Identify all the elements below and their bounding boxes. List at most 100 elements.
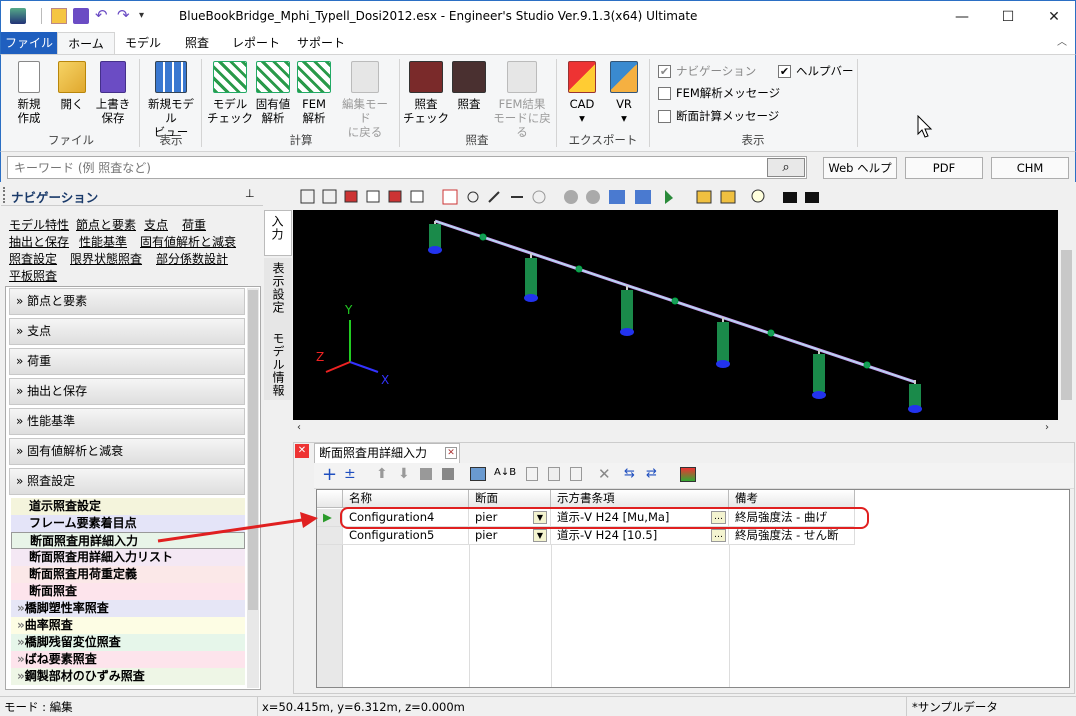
cell-section[interactable]: pier ▼: [469, 527, 551, 545]
dropdown-icon[interactable]: ▼: [533, 529, 547, 542]
section-supports[interactable]: » 支点: [9, 318, 245, 345]
subitem-section-verify[interactable]: 断面照査: [11, 583, 245, 600]
verify-check-button[interactable]: 照査 チェック: [403, 61, 449, 125]
side-tab-model-info[interactable]: モデル情報: [264, 328, 292, 400]
side-tab-display[interactable]: 表示設定: [264, 258, 292, 328]
cell-name[interactable]: Configuration4: [343, 509, 469, 527]
back-to-edit-mode-button[interactable]: 編集モード に戻る: [337, 61, 393, 139]
collapsed-pier-ductility[interactable]: »橋脚塑性率照査: [11, 600, 245, 617]
collapse-ribbon-icon[interactable]: ︿: [1053, 32, 1071, 54]
cell-clause[interactable]: 道示-V H24 [Mu,Ma]…: [551, 509, 729, 527]
nav-scrollbar[interactable]: [247, 288, 259, 688]
helpbar-checkbox[interactable]: ✔ ヘルプバー: [778, 63, 854, 79]
verify-button[interactable]: 照査: [446, 61, 492, 111]
collapsed-residual-disp[interactable]: »橋脚残留変位照査: [11, 634, 245, 651]
collapsed-steel-strain[interactable]: »鋼製部材のひずみ照査: [11, 668, 245, 685]
link-partial-factor[interactable]: 部分係数設計: [156, 250, 228, 267]
navigation-checkbox[interactable]: ✔ ナビゲーション: [658, 63, 756, 79]
vr-export-button[interactable]: VR ▾: [601, 61, 647, 125]
col-header-section[interactable]: 断面: [469, 490, 551, 508]
tab-support[interactable]: サポート: [289, 32, 353, 54]
renumber-icon[interactable]: ⇄: [646, 466, 657, 481]
cell-section[interactable]: pier ▼: [469, 509, 551, 527]
customize-chevron-icon[interactable]: ▾: [139, 8, 155, 24]
dropdown-icon[interactable]: ▼: [533, 511, 547, 524]
duplicate-icon[interactable]: [570, 467, 582, 481]
import-icon[interactable]: [470, 467, 486, 481]
viewport-horizontal-scrollbar[interactable]: ‹ ›: [293, 420, 1075, 438]
redo-icon[interactable]: ↷: [117, 8, 133, 24]
move-down-icon[interactable]: ⬇: [398, 466, 410, 482]
delete-icon[interactable]: ✕: [598, 465, 611, 483]
link-extract[interactable]: 抽出と保存: [9, 233, 69, 250]
collapsed-curvature[interactable]: »曲率照査: [11, 617, 245, 634]
cell-note[interactable]: 終局強度法 - せん断: [729, 527, 855, 545]
keyword-search-input[interactable]: [7, 156, 807, 179]
link-model-props[interactable]: モデル特性: [9, 216, 69, 233]
row-indicator[interactable]: ▶: [317, 509, 343, 527]
viewport-vscroll-thumb[interactable]: [1061, 250, 1072, 400]
add-row-icon[interactable]: +: [322, 465, 337, 485]
section-performance[interactable]: » 性能基準: [9, 408, 245, 435]
tab-home[interactable]: ホーム: [57, 32, 115, 54]
nav-scroll-thumb[interactable]: [248, 290, 258, 610]
tab-file[interactable]: ファイル: [1, 32, 57, 54]
link-verify-settings[interactable]: 照査設定: [9, 250, 57, 267]
link-performance[interactable]: 性能基準: [79, 233, 127, 250]
tab-verify[interactable]: 照査: [171, 32, 223, 54]
eigen-analysis-button[interactable]: 固有値 解析: [250, 61, 296, 125]
undo-icon[interactable]: ↶: [95, 8, 111, 24]
section-extract[interactable]: » 抽出と保存: [9, 378, 245, 405]
open-button[interactable]: 開く: [49, 61, 95, 111]
row-indicator[interactable]: [317, 527, 343, 545]
subitem-load-definition[interactable]: 断面照査用荷重定義: [11, 566, 245, 583]
copy-icon[interactable]: [526, 467, 538, 481]
scroll-left-icon[interactable]: ‹: [297, 422, 301, 433]
search-button[interactable]: ⌕: [767, 158, 805, 177]
ellipsis-button[interactable]: …: [711, 511, 726, 524]
side-tab-input[interactable]: 入力: [264, 210, 292, 256]
cell-clause[interactable]: 道示-V H24 [10.5]…: [551, 527, 729, 545]
tab-report[interactable]: レポート: [223, 32, 289, 54]
new-icon[interactable]: [51, 8, 67, 24]
ellipsis-button[interactable]: …: [711, 529, 726, 542]
section-verify-settings[interactable]: » 照査設定: [9, 468, 245, 495]
fem-analysis-button[interactable]: FEM 解析: [291, 61, 337, 125]
new-button[interactable]: 新規 作成: [6, 61, 52, 125]
pin-icon[interactable]: ⊥: [245, 187, 255, 200]
move-top-icon[interactable]: [420, 468, 432, 480]
pdf-button[interactable]: PDF: [905, 157, 983, 179]
maximize-button[interactable]: ☐: [985, 1, 1031, 32]
col-header-note[interactable]: 備考: [729, 490, 855, 508]
move-up-icon[interactable]: ⬆: [376, 466, 388, 482]
model-3d-viewport[interactable]: Y X Z: [293, 210, 1058, 420]
chm-button[interactable]: CHM: [991, 157, 1069, 179]
link-loads[interactable]: 荷重: [182, 216, 206, 233]
link-eigen[interactable]: 固有値解析と減衰: [140, 233, 236, 250]
subitem-frame-points[interactable]: フレーム要素着目点: [11, 515, 245, 532]
viewport-vertical-scrollbar[interactable]: [1058, 210, 1075, 420]
save-button[interactable]: 上書き 保存: [90, 61, 136, 125]
link-plate[interactable]: 平板照査: [9, 267, 57, 284]
sort-icon[interactable]: A↓B: [494, 467, 516, 478]
collapsed-spring[interactable]: »ばね要素照査: [11, 651, 245, 668]
cell-note[interactable]: 終局強度法 - 曲げ: [729, 509, 855, 527]
back-to-fem-result-button[interactable]: FEM結果 モードに戻る: [491, 61, 553, 139]
subitem-section-detail-input[interactable]: 断面照査用詳細入力: [11, 532, 245, 549]
save-icon[interactable]: [73, 8, 89, 24]
cell-name[interactable]: Configuration5: [343, 527, 469, 545]
tab-model[interactable]: モデル: [115, 32, 171, 54]
close-panel-icon[interactable]: ✕: [295, 444, 309, 458]
tab-close-icon[interactable]: ✕: [445, 447, 457, 459]
section-nodes[interactable]: » 節点と要素: [9, 288, 245, 315]
panel-tab[interactable]: 断面照査用詳細入力 ✕: [314, 443, 460, 463]
new-model-view-button[interactable]: 新規モデル ビュー: [145, 61, 197, 139]
section-eigen[interactable]: » 固有値解析と減衰: [9, 438, 245, 465]
link-supports[interactable]: 支点: [144, 216, 168, 233]
subitem-section-detail-list[interactable]: 断面照査用詳細入力リスト: [11, 549, 245, 566]
col-header-name[interactable]: 名称: [343, 490, 469, 508]
link-nodes[interactable]: 節点と要素: [76, 216, 136, 233]
close-button[interactable]: ✕: [1031, 1, 1076, 32]
column-width-icon[interactable]: ⇆: [624, 466, 635, 481]
link-limit-state[interactable]: 限界状態照査: [70, 250, 142, 267]
